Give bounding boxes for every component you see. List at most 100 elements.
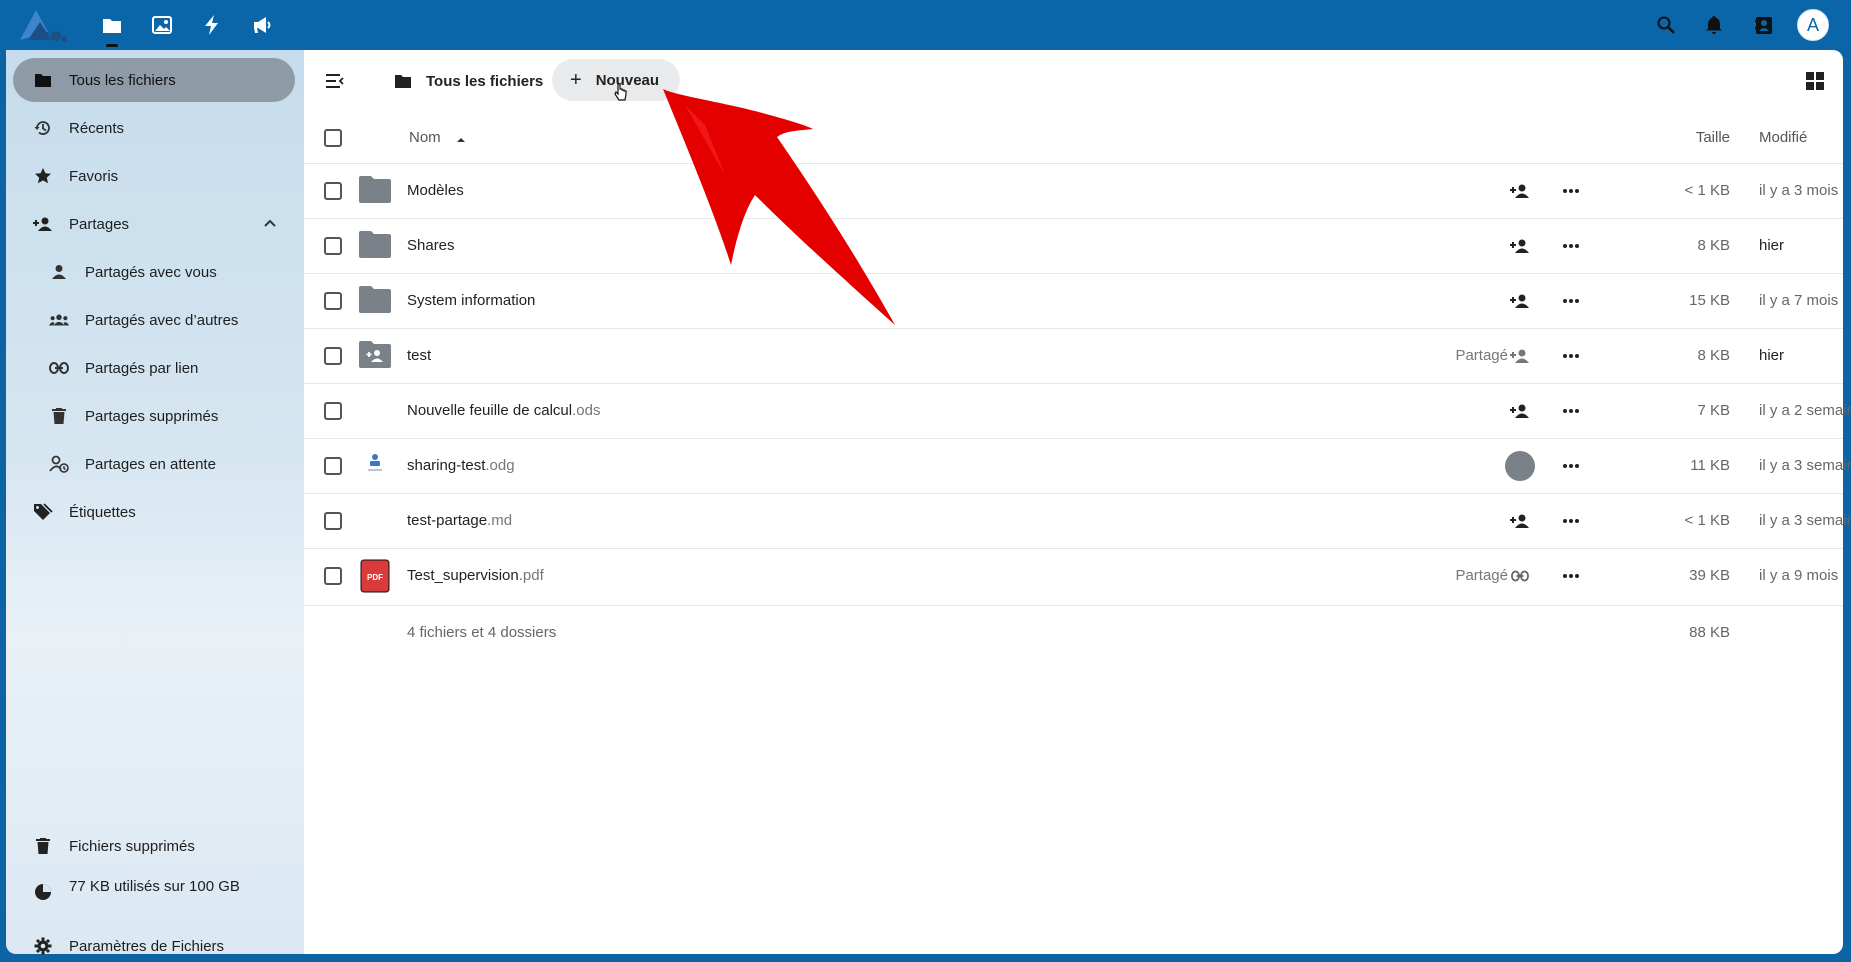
activity-icon[interactable]: [200, 13, 224, 37]
file-extension: .odg: [485, 457, 515, 474]
more-actions-icon[interactable]: [1559, 509, 1583, 533]
share-add-icon[interactable]: [1508, 509, 1532, 533]
file-basename: Test_supervision: [407, 567, 519, 584]
file-name[interactable]: Test_supervision.pdf: [407, 567, 544, 584]
share-add-icon[interactable]: [1508, 344, 1532, 368]
table-row[interactable]: Shares 8 KB hier: [304, 218, 1843, 273]
file-basename: sharing-test: [407, 457, 486, 474]
row-checkbox[interactable]: [324, 402, 342, 420]
table-row[interactable]: sharing-test.odg 11 KB il y a 3 semaines: [304, 438, 1851, 493]
more-actions-icon[interactable]: [1559, 179, 1583, 203]
top-bar: A: [0, 0, 1851, 50]
row-checkbox[interactable]: [324, 237, 342, 255]
file-modified: hier: [1759, 347, 1785, 364]
more-actions-icon[interactable]: [1559, 454, 1583, 478]
sidebar-item-shared-with-you[interactable]: Partagés avec vous: [13, 250, 295, 294]
search-icon[interactable]: [1654, 13, 1678, 37]
sidebar-item-tags[interactable]: Étiquettes: [13, 490, 295, 534]
grid-view-icon[interactable]: [1801, 67, 1829, 95]
main-content: Tous les fichiers + Nouveau Nom Taille M…: [304, 50, 1851, 954]
share-add-icon[interactable]: [1508, 179, 1532, 203]
sidebar-item-pending-shares[interactable]: Partages en attente: [13, 442, 295, 486]
row-checkbox[interactable]: [324, 457, 342, 475]
column-modified-header[interactable]: Modifié: [1759, 129, 1807, 146]
sidebar-item-shared-by-link[interactable]: Partagés par lien: [13, 346, 295, 390]
row-checkbox[interactable]: [324, 567, 342, 585]
share-add-icon[interactable]: [1508, 399, 1532, 423]
sort-by-name[interactable]: Nom: [409, 129, 467, 146]
trash-icon: [49, 406, 69, 426]
sidebar-item-label: Favoris: [69, 167, 119, 185]
file-modified: il y a 3 mois: [1759, 182, 1839, 199]
blank-file-icon: [358, 394, 392, 428]
sidebar-item-label: Paramètres de Fichiers: [69, 937, 225, 955]
file-name[interactable]: Shares: [407, 237, 455, 254]
file-name[interactable]: Modèles: [407, 182, 464, 199]
sidebar-item-label: Fichiers supprimés: [69, 837, 195, 855]
total-size: 88 KB: [1689, 624, 1730, 641]
chevron-up-icon[interactable]: [261, 215, 279, 233]
file-size: 7 KB: [1697, 402, 1730, 419]
table-row[interactable]: System information 15 KB il y a 7 mois: [304, 273, 1843, 328]
notifications-bell-icon[interactable]: [1702, 13, 1726, 37]
file-modified: hier: [1759, 237, 1785, 254]
row-checkbox[interactable]: [324, 182, 342, 200]
breadcrumb[interactable]: Tous les fichiers: [384, 63, 553, 99]
breadcrumb-label: Tous les fichiers: [426, 72, 544, 90]
announcements-icon[interactable]: [250, 13, 274, 37]
share-add-icon[interactable]: [1508, 289, 1532, 313]
file-name[interactable]: test-partage.md: [407, 512, 512, 529]
table-row[interactable]: test Partagé 8 KB hier: [304, 328, 1843, 383]
row-checkbox[interactable]: [324, 292, 342, 310]
table-row[interactable]: PDF Test_supervision.pdf Partagé 39 KB il y …: [304, 548, 1843, 603]
file-size: < 1 KB: [1684, 512, 1730, 529]
table-row[interactable]: Nouvelle feuille de calcul.ods 7 KB il y a…: [304, 383, 1851, 438]
star-icon: [33, 166, 53, 186]
user-avatar[interactable]: A: [1797, 9, 1829, 41]
column-size-header[interactable]: Taille: [1630, 129, 1730, 146]
plus-icon: +: [570, 69, 582, 91]
share-add-icon[interactable]: [1508, 234, 1532, 258]
files-icon[interactable]: [100, 13, 124, 47]
sidebar-item-recent[interactable]: Récents: [13, 106, 295, 150]
toggle-sidebar-icon[interactable]: [322, 68, 348, 94]
file-modified: il y a 3 semaines: [1759, 512, 1851, 529]
file-name[interactable]: sharing-test.odg: [407, 457, 515, 474]
table-header: Nom Taille Modifié: [304, 113, 1843, 163]
photos-icon[interactable]: [150, 13, 174, 37]
file-name[interactable]: Nouvelle feuille de calcul.ods: [407, 402, 600, 419]
file-size: 8 KB: [1697, 347, 1730, 364]
sidebar-item-favorites[interactable]: Favoris: [13, 154, 295, 198]
shared-label: Partagé: [1455, 347, 1508, 364]
sidebar-files-settings[interactable]: Paramètres de Fichiers: [13, 924, 295, 962]
row-checkbox[interactable]: [324, 512, 342, 530]
sidebar-item-deleted-shares[interactable]: Partages supprimés: [13, 394, 295, 438]
nextcloud-logo[interactable]: [18, 8, 68, 42]
sidebar-item-all-files[interactable]: Tous les fichiers: [13, 58, 295, 102]
contacts-icon[interactable]: [1752, 13, 1776, 37]
row-checkbox[interactable]: [324, 347, 342, 365]
more-actions-icon[interactable]: [1559, 344, 1583, 368]
pending-icon: [49, 454, 69, 474]
user-avatar-icon[interactable]: [1504, 450, 1536, 482]
select-all-checkbox[interactable]: [324, 129, 342, 147]
table-row[interactable]: test-partage.md < 1 KB il y a 3 semaines: [304, 493, 1851, 548]
link-icon[interactable]: [1508, 564, 1532, 588]
sidebar-deleted-files[interactable]: Fichiers supprimés: [13, 824, 295, 868]
shared-folder-icon: [358, 339, 392, 373]
file-basename: System information: [407, 292, 536, 309]
more-actions-icon[interactable]: [1559, 564, 1583, 588]
files-summary: 4 fichiers et 4 dossiers: [407, 624, 557, 641]
table-row[interactable]: Modèles < 1 KB il y a 3 mois: [304, 163, 1843, 218]
more-actions-icon[interactable]: [1559, 289, 1583, 313]
file-name[interactable]: test: [407, 347, 431, 364]
blank-file-icon: [358, 504, 392, 538]
more-actions-icon[interactable]: [1559, 399, 1583, 423]
sidebar-item-shared-with-others[interactable]: Partagés avec d’autres: [13, 298, 295, 342]
sidebar-item-shares[interactable]: Partages: [13, 202, 295, 246]
tags-icon: [33, 502, 53, 522]
sidebar-item-label: Partages: [69, 215, 130, 233]
file-name[interactable]: System information: [407, 292, 535, 309]
folder-icon: [358, 229, 392, 263]
more-actions-icon[interactable]: [1559, 234, 1583, 258]
